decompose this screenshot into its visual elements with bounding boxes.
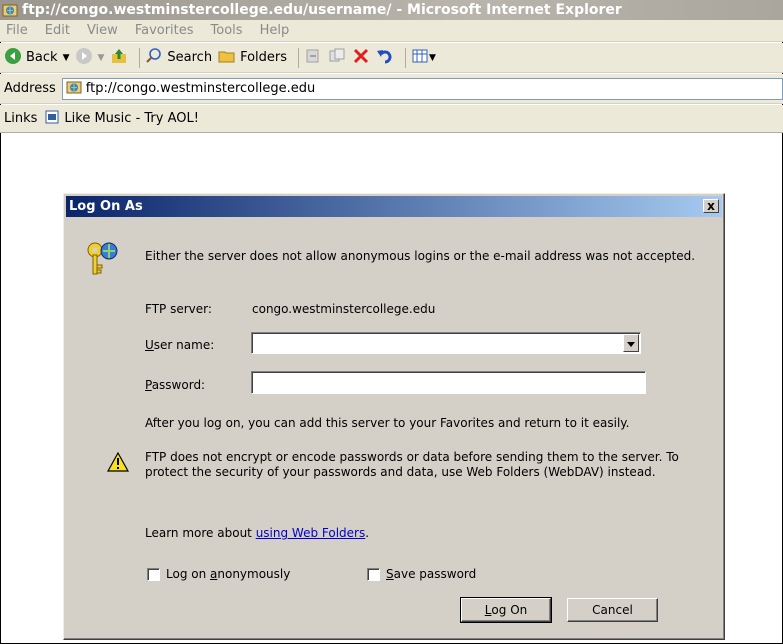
up-button[interactable]: [110, 47, 128, 69]
delete-icon: [352, 47, 370, 69]
standard-toolbar: Back ▼ ▼ Search Folders ▼: [0, 43, 783, 73]
folders-button[interactable]: Folders: [218, 47, 287, 69]
log-on-mnemonic: L: [484, 603, 492, 617]
menu-help[interactable]: Help: [260, 23, 290, 38]
search-icon: [145, 47, 163, 69]
username-label-text: ser name:: [153, 338, 215, 352]
learn-more-suffix: .: [365, 526, 370, 540]
delete-button[interactable]: [352, 47, 370, 69]
logon-message: Either the server does not allow anonymo…: [145, 249, 696, 263]
password-input[interactable]: [251, 371, 646, 394]
anonymous-checkbox[interactable]: [147, 568, 160, 581]
forward-arrow-icon: [75, 47, 93, 69]
menu-favorites[interactable]: Favorites: [135, 23, 194, 38]
links-label: Links: [4, 111, 38, 126]
username-mnemonic: U: [145, 338, 154, 352]
ie-ftp-icon: [2, 2, 18, 18]
back-arrow-icon: [4, 47, 22, 69]
password-mnemonic: P: [145, 378, 152, 392]
anonymous-label: Log on anonymously: [166, 567, 290, 582]
back-dropdown-icon[interactable]: ▼: [63, 53, 70, 63]
folders-icon: [218, 47, 236, 69]
menu-edit[interactable]: Edit: [45, 23, 70, 38]
keys-icon: [82, 238, 122, 281]
undo-icon: [376, 47, 394, 69]
ie-ftp-icon: [66, 79, 82, 99]
links-item[interactable]: Like Music - Try AOL!: [64, 111, 199, 126]
search-label: Search: [167, 50, 213, 65]
close-icon[interactable]: x: [703, 199, 719, 213]
ftp-server-value: congo.westminstercollege.edu: [252, 302, 436, 316]
move-to-icon: [304, 47, 322, 69]
password-label-text: assword:: [151, 378, 206, 392]
save-password-label-text: ave password: [393, 567, 477, 581]
save-password-label: Save password: [386, 567, 476, 582]
anonymous-checkbox-row[interactable]: Log on anonymously: [147, 567, 290, 582]
anonymous-label-prefix: Log on: [166, 567, 211, 581]
copy-to-button[interactable]: [328, 47, 346, 69]
username-dropdown-button[interactable]: [623, 334, 639, 352]
learn-more: Learn more about using Web Folders.: [145, 526, 369, 541]
log-on-as-dialog: Log On As x Either the server does not a…: [63, 193, 725, 640]
menu-bar: File Edit View Favorites Tools Help: [0, 20, 783, 42]
back-button[interactable]: Back ▼: [4, 47, 69, 69]
anonymous-label-text: nonymously: [217, 567, 291, 581]
address-value: ftp://congo.westminstercollege.edu: [85, 81, 316, 96]
username-label: User name:: [145, 338, 214, 353]
dialog-title-bar: Log On As x: [66, 196, 722, 217]
menu-tools[interactable]: Tools: [211, 23, 243, 38]
views-button[interactable]: ▼: [411, 47, 436, 69]
window-title-bar: ftp://congo.westminstercollege.edu/usern…: [0, 0, 783, 20]
log-on-button[interactable]: Log On: [460, 597, 552, 623]
forward-dropdown-icon[interactable]: ▼: [97, 53, 104, 63]
address-label: Address: [4, 81, 56, 96]
favorites-note: After you log on, you can add this serve…: [145, 416, 630, 430]
back-label: Back: [26, 50, 58, 65]
chevron-down-icon: [627, 336, 635, 350]
save-mnemonic: S: [386, 567, 394, 581]
link-page-icon: [45, 110, 59, 128]
password-label: Password:: [145, 378, 205, 393]
up-folder-icon: [110, 47, 128, 69]
ftp-server-label: FTP server:: [145, 302, 212, 316]
undo-button[interactable]: [376, 47, 394, 69]
save-password-checkbox[interactable]: [367, 568, 380, 581]
copy-to-icon: [328, 47, 346, 69]
username-combobox[interactable]: [251, 332, 641, 354]
menu-file[interactable]: File: [6, 23, 28, 38]
warning-icon: [106, 451, 130, 475]
toolbar-separator: [405, 47, 407, 68]
web-folders-link[interactable]: using Web Folders: [256, 526, 366, 540]
cancel-button[interactable]: Cancel: [567, 598, 658, 622]
menu-view[interactable]: View: [87, 23, 118, 38]
log-on-label: og On: [491, 603, 528, 617]
move-to-button[interactable]: [304, 47, 322, 69]
security-warning: FTP does not encrypt or encode passwords…: [145, 450, 679, 479]
window-title: ftp://congo.westminstercollege.edu/usern…: [22, 2, 622, 18]
address-input[interactable]: ftp://congo.westminstercollege.edu: [61, 77, 783, 100]
address-bar: Address ftp://congo.westminstercollege.e…: [0, 74, 783, 104]
folders-label: Folders: [240, 50, 288, 65]
save-password-checkbox-row[interactable]: Save password: [367, 567, 476, 582]
search-button[interactable]: Search: [145, 47, 212, 69]
toolbar-separator: [139, 47, 141, 68]
toolbar-separator: [298, 47, 300, 68]
forward-button[interactable]: ▼: [75, 47, 104, 69]
views-dropdown-icon[interactable]: ▼: [429, 53, 436, 63]
views-icon: [411, 47, 429, 69]
links-bar: Links Like Music - Try AOL!: [0, 105, 783, 133]
dialog-title: Log On As: [69, 199, 143, 214]
learn-more-prefix: Learn more about: [145, 526, 256, 540]
